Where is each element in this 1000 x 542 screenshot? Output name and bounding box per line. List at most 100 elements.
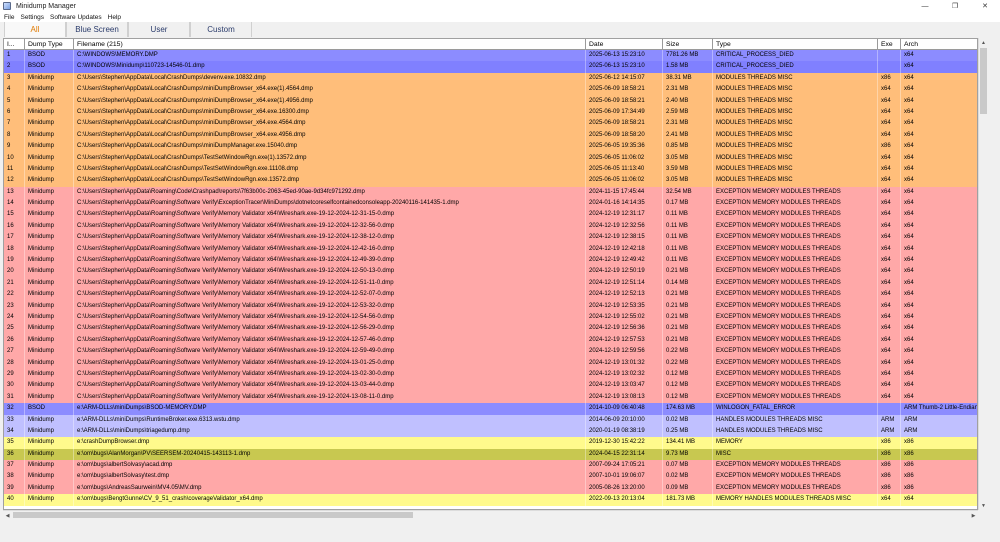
tab-custom[interactable]: Custom bbox=[190, 22, 252, 37]
vertical-scroll-thumb[interactable] bbox=[980, 48, 987, 114]
table-row[interactable]: 6 Minidump C:\Users\Stephen\AppData\Local\… bbox=[4, 106, 977, 119]
cell-size: 0.17 MB bbox=[663, 198, 713, 210]
close-icon[interactable]: ✕ bbox=[970, 0, 1000, 12]
scroll-left-icon[interactable]: ◀ bbox=[3, 511, 12, 520]
maximize-icon[interactable]: ❐ bbox=[940, 0, 970, 12]
table-row[interactable]: 12 Minidump C:\Users\Stephen\AppData\Local… bbox=[4, 175, 977, 187]
table-row[interactable]: 31 Minidump C:\Users\Stephen\AppData\Roami… bbox=[4, 391, 977, 404]
cell-arch: x64 bbox=[901, 392, 977, 403]
table-row[interactable]: 4 Minidump C:\Users\Stephen\AppData\Local\… bbox=[4, 84, 977, 96]
dump-rows: 1 BSOD C:\WINDOWS\MEMORY.DMP 2025-06-13 15:… bbox=[4, 50, 977, 506]
cell-dump-type: Minidump bbox=[25, 357, 74, 369]
column-header-dump-type[interactable]: Dump Type bbox=[25, 39, 74, 50]
cell-arch: x64 bbox=[901, 494, 977, 505]
table-row[interactable]: 26 Minidump C:\Users\Stephen\AppData\Roami… bbox=[4, 334, 977, 347]
cell-exe: x64 bbox=[878, 243, 901, 256]
table-row[interactable]: 20 Minidump C:\Users\Stephen\AppData\Roami… bbox=[4, 266, 977, 278]
table-row[interactable]: 24 Minidump C:\Users\Stephen\AppData\Roami… bbox=[4, 311, 977, 324]
cell-exe: x86 bbox=[878, 72, 901, 85]
cell-dump-type: BSOD bbox=[25, 50, 74, 62]
column-header-date[interactable]: Date bbox=[586, 39, 663, 50]
cell-size: 0.07 MB bbox=[663, 460, 713, 472]
table-row[interactable]: 17 Minidump C:\Users\Stephen\AppData\Roami… bbox=[4, 232, 977, 244]
table-row[interactable]: 36 Minidump e:\om\bugs\AlanMorgan\PV\SEERS… bbox=[4, 448, 977, 461]
table-row[interactable]: 5 Minidump C:\Users\Stephen\AppData\Local\… bbox=[4, 95, 977, 107]
cell-filename: e:\om\bugs\albertSolvasy\test.dmp bbox=[74, 471, 586, 483]
tab-blue-screen[interactable]: Blue Screen bbox=[66, 22, 128, 37]
scroll-right-icon[interactable]: ▶ bbox=[969, 511, 978, 520]
cell-type: HANDLES MODULES THREADS MISC bbox=[713, 414, 878, 426]
table-row[interactable]: 33 Minidump e:\ARM-DLLs\miniDumps\RuntimeB… bbox=[4, 414, 977, 426]
cell-exe: ARM bbox=[878, 425, 901, 438]
table-row[interactable]: 18 Minidump C:\Users\Stephen\AppData\Roami… bbox=[4, 243, 977, 256]
cell-date: 2025-06-13 15:23:10 bbox=[586, 61, 663, 73]
table-row[interactable]: 22 Minidump C:\Users\Stephen\AppData\Roami… bbox=[4, 289, 977, 301]
cell-filename: C:\Users\Stephen\AppData\Roaming\Softwar… bbox=[74, 346, 586, 358]
vertical-scrollbar[interactable]: ▲ ▼ bbox=[978, 38, 987, 510]
table-row[interactable]: 16 Minidump C:\Users\Stephen\AppData\Roami… bbox=[4, 220, 977, 233]
table-row[interactable]: 27 Minidump C:\Users\Stephen\AppData\Roami… bbox=[4, 346, 977, 358]
column-header-type[interactable]: Type bbox=[713, 39, 878, 50]
menu-software-updates[interactable]: Software Updates bbox=[47, 14, 105, 21]
cell-size: 0.21 MB bbox=[663, 334, 713, 347]
table-row[interactable]: 1 BSOD C:\WINDOWS\MEMORY.DMP 2025-06-13 15:… bbox=[4, 50, 977, 62]
minimize-icon[interactable]: — bbox=[910, 0, 940, 12]
table-row[interactable]: 13 Minidump C:\Users\Stephen\AppData\Roami… bbox=[4, 186, 977, 199]
table-row[interactable]: 35 Minidump e:\crashDumpBrowser.dmp 2019-12… bbox=[4, 437, 977, 449]
table-row[interactable]: 15 Minidump C:\Users\Stephen\AppData\Roami… bbox=[4, 209, 977, 221]
cell-dump-type: Minidump bbox=[25, 346, 74, 358]
table-row[interactable]: 39 Minidump e:\om\bugs\AndreasSaurwein\MV4… bbox=[4, 482, 977, 495]
column-header-id[interactable]: I... bbox=[4, 39, 25, 50]
cell-id: 18 bbox=[4, 243, 25, 256]
table-row[interactable]: 38 Minidump e:\om\bugs\albertSolvasy\test.… bbox=[4, 471, 977, 483]
table-row[interactable]: 9 Minidump C:\Users\Stephen\AppData\Local\… bbox=[4, 141, 977, 153]
column-header-size[interactable]: Size bbox=[663, 39, 713, 50]
table-row[interactable]: 7 Minidump C:\Users\Stephen\AppData\Local\… bbox=[4, 118, 977, 130]
cell-id: 8 bbox=[4, 129, 25, 142]
scroll-down-icon[interactable]: ▼ bbox=[979, 501, 988, 510]
table-row[interactable]: 19 Minidump C:\Users\Stephen\AppData\Roami… bbox=[4, 255, 977, 267]
table-row[interactable]: 28 Minidump C:\Users\Stephen\AppData\Roami… bbox=[4, 357, 977, 369]
table-row[interactable]: 29 Minidump C:\Users\Stephen\AppData\Roami… bbox=[4, 368, 977, 381]
tab-all[interactable]: All bbox=[4, 22, 66, 37]
menu-settings[interactable]: Settings bbox=[17, 14, 47, 21]
horizontal-scroll-thumb[interactable] bbox=[13, 512, 413, 518]
cell-id: 27 bbox=[4, 346, 25, 358]
table-row[interactable]: 14 Minidump C:\Users\Stephen\AppData\Roami… bbox=[4, 198, 977, 210]
horizontal-scrollbar[interactable]: ◀ ▶ bbox=[3, 510, 978, 519]
cell-date: 2024-12-19 12:51:14 bbox=[586, 277, 663, 290]
cell-filename: C:\Users\Stephen\AppData\Roaming\Softwar… bbox=[74, 391, 586, 404]
cell-size: 0.22 MB bbox=[663, 357, 713, 369]
cell-filename: C:\Users\Stephen\AppData\Local\CrashDump… bbox=[74, 72, 586, 85]
cell-exe: x86 bbox=[878, 448, 901, 461]
menu-help[interactable]: Help bbox=[105, 14, 124, 21]
cell-arch: x64 bbox=[901, 61, 977, 72]
table-row[interactable]: 3 Minidump C:\Users\Stephen\AppData\Local\… bbox=[4, 72, 977, 85]
cell-date: 2024-12-19 12:31:17 bbox=[586, 209, 663, 221]
cell-date: 2025-06-09 17:34:49 bbox=[586, 106, 663, 119]
table-row[interactable]: 21 Minidump C:\Users\Stephen\AppData\Roami… bbox=[4, 277, 977, 290]
column-header-arch[interactable]: Arch bbox=[901, 39, 977, 50]
cell-id: 26 bbox=[4, 334, 25, 347]
table-row[interactable]: 2 BSOD C:\WINDOWS\Minidump\110723-14546-01… bbox=[4, 61, 977, 73]
cell-arch: x64 bbox=[901, 323, 977, 334]
table-row[interactable]: 37 Minidump e:\om\bugs\albertSolvasy\acad.… bbox=[4, 460, 977, 472]
tab-user[interactable]: User bbox=[128, 22, 190, 37]
menu-file[interactable]: File bbox=[1, 14, 17, 21]
table-row[interactable]: 25 Minidump C:\Users\Stephen\AppData\Roami… bbox=[4, 323, 977, 335]
table-row[interactable]: 34 Minidump e:\ARM-DLLs\miniDumps\triagedu… bbox=[4, 425, 977, 438]
column-header-filename[interactable]: Filename (215) bbox=[74, 39, 586, 50]
scroll-up-icon[interactable]: ▲ bbox=[979, 38, 988, 47]
table-row[interactable]: 11 Minidump C:\Users\Stephen\AppData\Local… bbox=[4, 163, 977, 176]
cell-size: 0.02 MB bbox=[663, 471, 713, 483]
table-row[interactable]: 10 Minidump C:\Users\Stephen\AppData\Local… bbox=[4, 152, 977, 164]
column-header-exe[interactable]: Exe bbox=[878, 39, 901, 50]
cell-exe: x64 bbox=[878, 277, 901, 290]
table-row[interactable]: 40 Minidump e:\om\bugs\BengtGunne\CV_9_51_… bbox=[4, 494, 977, 506]
table-row[interactable]: 23 Minidump C:\Users\Stephen\AppData\Roami… bbox=[4, 300, 977, 312]
cell-type: MODULES THREADS MISC bbox=[713, 141, 878, 153]
cell-id: 24 bbox=[4, 311, 25, 324]
table-row[interactable]: 30 Minidump C:\Users\Stephen\AppData\Roami… bbox=[4, 380, 977, 392]
table-row[interactable]: 8 Minidump C:\Users\Stephen\AppData\Local\… bbox=[4, 129, 977, 142]
table-row[interactable]: 32 BSOD e:\ARM-DLLs\miniDumps\BSOD-MEMORY.… bbox=[4, 403, 977, 415]
